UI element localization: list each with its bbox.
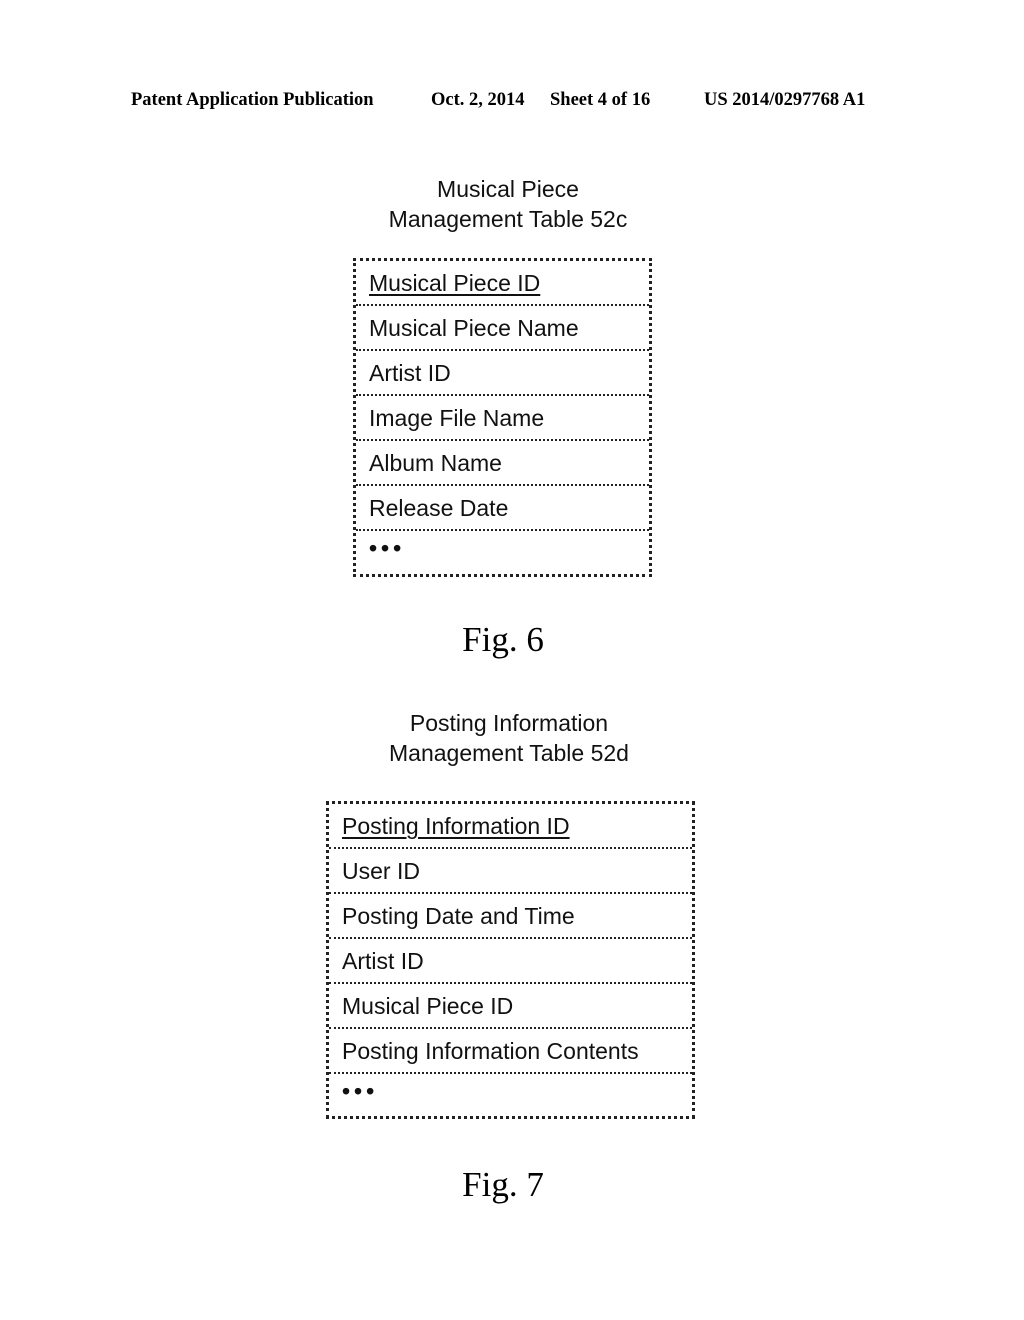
- row-label: Release Date: [369, 495, 509, 521]
- row-label: User ID: [342, 858, 420, 884]
- figure-caption: Fig. 7: [462, 1165, 544, 1204]
- publication-date: Oct. 2, 2014: [431, 90, 525, 110]
- table-row: User ID: [329, 849, 692, 894]
- table-row-primary-key: Posting Information ID: [329, 804, 692, 849]
- row-label: Artist ID: [369, 360, 451, 386]
- table-title-line1: Musical Piece: [437, 176, 579, 202]
- table-row-primary-key: Musical Piece ID: [356, 261, 649, 306]
- table-row: Release Date: [356, 486, 649, 531]
- row-label: Posting Date and Time: [342, 903, 575, 929]
- publication-label: Patent Application Publication: [131, 90, 374, 110]
- table-title: Posting Information Management Table 52d: [309, 708, 709, 768]
- table-row: Artist ID: [329, 939, 692, 984]
- table-title-line2: Management Table 52d: [389, 740, 629, 766]
- row-label: Posting Information Contents: [342, 1038, 639, 1064]
- row-label: Posting Information ID: [342, 813, 570, 839]
- table-row: Musical Piece ID: [329, 984, 692, 1029]
- row-label: Musical Piece Name: [369, 315, 579, 341]
- ellipsis: •••: [342, 1078, 379, 1104]
- row-label: Musical Piece ID: [369, 270, 541, 296]
- patent-number: US 2014/0297768 A1: [704, 90, 866, 110]
- table-row: Artist ID: [356, 351, 649, 396]
- table-row: Musical Piece Name: [356, 306, 649, 351]
- table-title: Musical Piece Management Table 52c: [308, 174, 708, 234]
- musical-piece-management-table: Musical Piece ID Musical Piece Name Arti…: [353, 258, 652, 577]
- table-row-ellipsis: •••: [329, 1074, 692, 1119]
- sheet-number: Sheet 4 of 16: [550, 90, 651, 110]
- row-label: Image File Name: [369, 405, 545, 431]
- table-row: Image File Name: [356, 396, 649, 441]
- ellipsis: •••: [369, 535, 406, 561]
- table-title-line1: Posting Information: [409, 710, 609, 736]
- table-row: Posting Date and Time: [329, 894, 692, 939]
- table-row-ellipsis: •••: [356, 531, 649, 576]
- row-label: Album Name: [369, 450, 502, 476]
- posting-information-management-table: Posting Information ID User ID Posting D…: [326, 801, 695, 1119]
- figure-caption: Fig. 6: [462, 620, 544, 659]
- table-title-line2: Management Table 52c: [388, 206, 628, 232]
- row-label: Artist ID: [342, 948, 424, 974]
- table-row: Album Name: [356, 441, 649, 486]
- row-label: Musical Piece ID: [342, 993, 514, 1019]
- table-row: Posting Information Contents: [329, 1029, 692, 1074]
